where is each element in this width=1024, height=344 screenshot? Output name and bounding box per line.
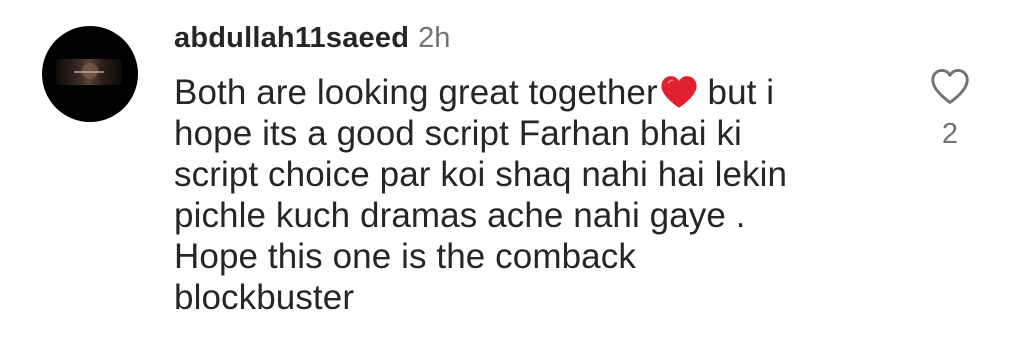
red-heart-emoji bbox=[661, 76, 697, 108]
like-button[interactable] bbox=[925, 64, 975, 108]
comment-line: Both are looking great together but i bbox=[174, 72, 894, 113]
avatar-image bbox=[56, 59, 122, 85]
like-count: 2 bbox=[941, 118, 959, 150]
comment-line: pichle kuch dramas ache nahi gaye . bbox=[174, 196, 746, 235]
avatar[interactable] bbox=[42, 26, 138, 122]
comment-line-text: but i bbox=[697, 73, 775, 112]
comment-line: Hope this one is the comback bbox=[174, 237, 636, 276]
heart-outline-icon bbox=[931, 68, 969, 104]
comment-line: blockbuster bbox=[174, 278, 355, 317]
comment-line-text: Both are looking great together bbox=[174, 73, 658, 112]
comment-timestamp: 2h bbox=[418, 22, 451, 54]
username-link[interactable]: abdullah11saeed bbox=[174, 22, 409, 55]
comment-line: script choice par koi shaq nahi hai leki… bbox=[174, 155, 788, 194]
comment-text: Both are looking great together but i ho… bbox=[174, 72, 894, 318]
comment-header: abdullah11saeed 2h bbox=[174, 22, 450, 62]
comment-item: abdullah11saeed 2h Both are looking grea… bbox=[0, 0, 1024, 344]
comment-line: hope its a good script Farhan bhai ki bbox=[174, 114, 742, 153]
